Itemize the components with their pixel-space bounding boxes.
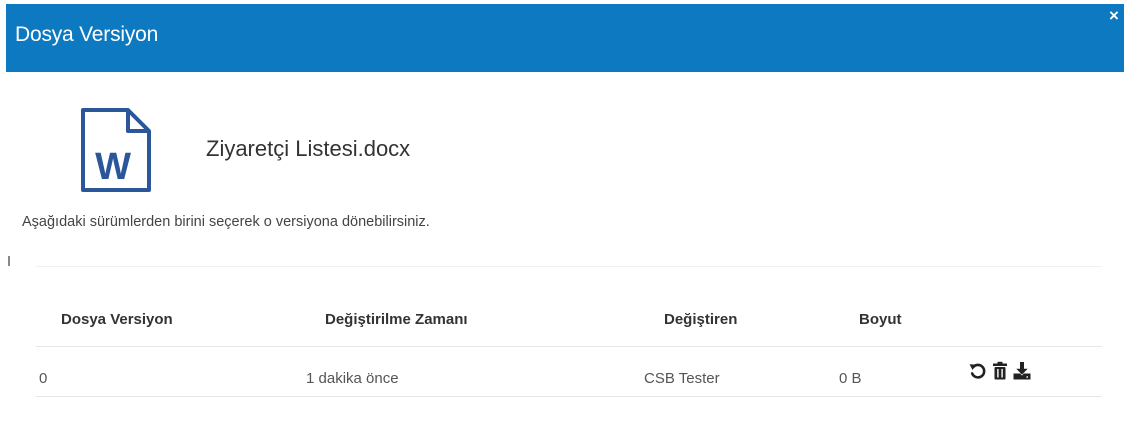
revert-icon[interactable] [968,361,988,381]
column-header-version: Dosya Versiyon [61,311,173,328]
row-actions [968,361,1038,383]
word-document-icon: W [81,108,151,192]
table-header-divider [36,346,1102,347]
download-icon[interactable] [1012,361,1032,381]
table-row-divider [36,396,1102,397]
close-button[interactable]: × [1106,6,1122,26]
column-header-modified-by: Değiştiren [664,311,738,328]
version-dialog: Dosya Versiyon × W Ziyaretçi Listesi.doc… [0,0,1124,428]
cell-modified-by: CSB Tester [644,370,720,387]
column-header-modified-time: Değiştirilme Zamanı [325,311,468,328]
cell-size: 0 B [839,370,862,387]
cell-modified-time: 1 dakika önce [306,370,399,387]
column-header-size: Boyut [859,311,902,328]
side-marker [8,256,10,266]
file-name: Ziyaretçi Listesi.docx [206,136,411,161]
trash-icon[interactable] [990,361,1010,381]
dialog-title: Dosya Versiyon [15,23,159,46]
version-description: Aşağıdaki sürümlerden birini seçerek o v… [22,214,430,230]
cell-version: 0 [39,370,48,387]
divider [36,266,1102,267]
word-icon-letter: W [95,146,131,188]
dialog-header: Dosya Versiyon × [6,4,1124,72]
